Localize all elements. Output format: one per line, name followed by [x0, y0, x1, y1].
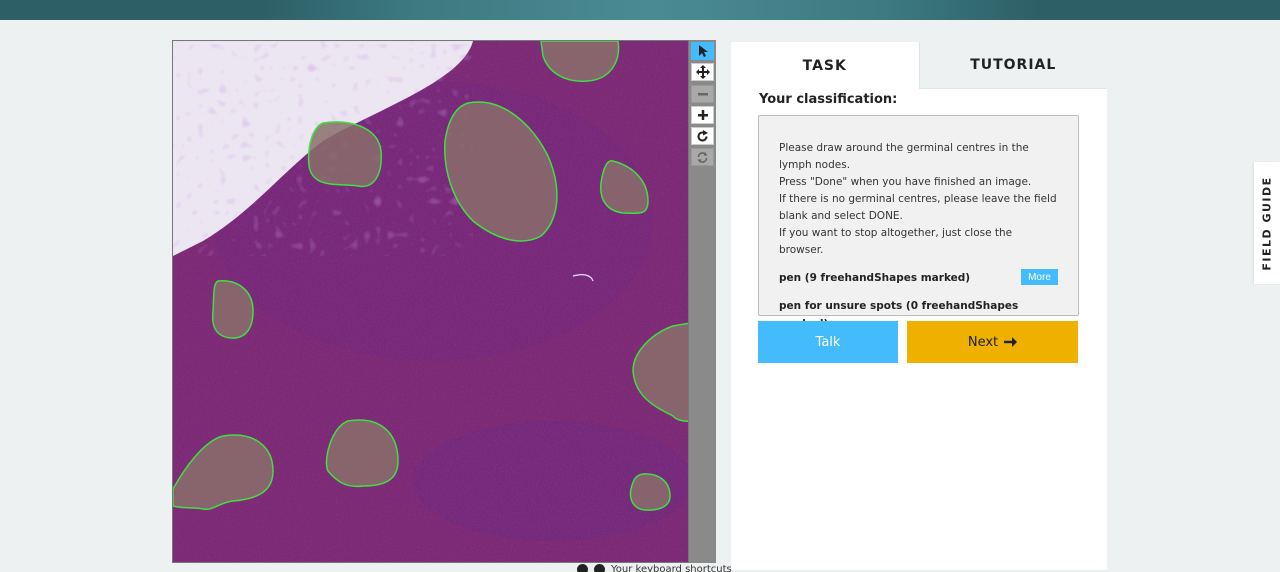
- tool-pen-label: pen (9 freehandShapes marked): [779, 272, 971, 284]
- reset-icon[interactable]: [691, 148, 714, 166]
- field-guide-label: FIELD GUIDE: [1260, 175, 1274, 271]
- talk-button[interactable]: Talk: [758, 321, 898, 363]
- rotate-icon[interactable]: [691, 127, 714, 145]
- tab-task[interactable]: TASK: [731, 42, 919, 89]
- instruction-line: If there is no germinal centres, please …: [779, 193, 1057, 222]
- more-button[interactable]: More: [1021, 269, 1058, 285]
- arrow-right-icon: [1004, 337, 1018, 347]
- instruction-line: Please draw around the germinal centres …: [779, 142, 1029, 171]
- instruction-line: Press "Done" when you have finished an i…: [779, 176, 1032, 188]
- next-button-label: Next: [967, 334, 999, 350]
- task-panel: TASK TUTORIAL Your classification: Pleas…: [731, 42, 1107, 570]
- pointer-icon[interactable]: [691, 42, 714, 60]
- classification-heading: Your classification:: [759, 92, 898, 107]
- keyboard-shortcuts-link[interactable]: Your keyboard shortcuts: [611, 564, 732, 572]
- instruction-line: If you want to stop altogether, just clo…: [779, 227, 1013, 256]
- site-header-banner: [0, 0, 1280, 20]
- move-icon[interactable]: [691, 63, 714, 81]
- zoom-in-icon[interactable]: [691, 106, 714, 124]
- viewer-footer: Your keyboard shortcuts: [577, 564, 732, 572]
- next-button[interactable]: Next: [907, 321, 1078, 363]
- viewer-toolbar: [689, 40, 716, 563]
- talk-button-label: Talk: [815, 334, 841, 350]
- task-instructions: Please draw around the germinal centres …: [758, 115, 1079, 330]
- field-guide-tab[interactable]: FIELD GUIDE: [1254, 162, 1280, 284]
- zoom-out-icon[interactable]: [691, 85, 714, 103]
- panel-tabs: TASK TUTORIAL: [731, 42, 1107, 89]
- contrast-icon[interactable]: [577, 564, 588, 572]
- tool-pen[interactable]: pen (9 freehandShapes marked) More: [779, 269, 1058, 289]
- info-icon[interactable]: [594, 564, 605, 572]
- tab-tutorial[interactable]: TUTORIAL: [918, 42, 1107, 89]
- image-viewer[interactable]: [172, 40, 689, 563]
